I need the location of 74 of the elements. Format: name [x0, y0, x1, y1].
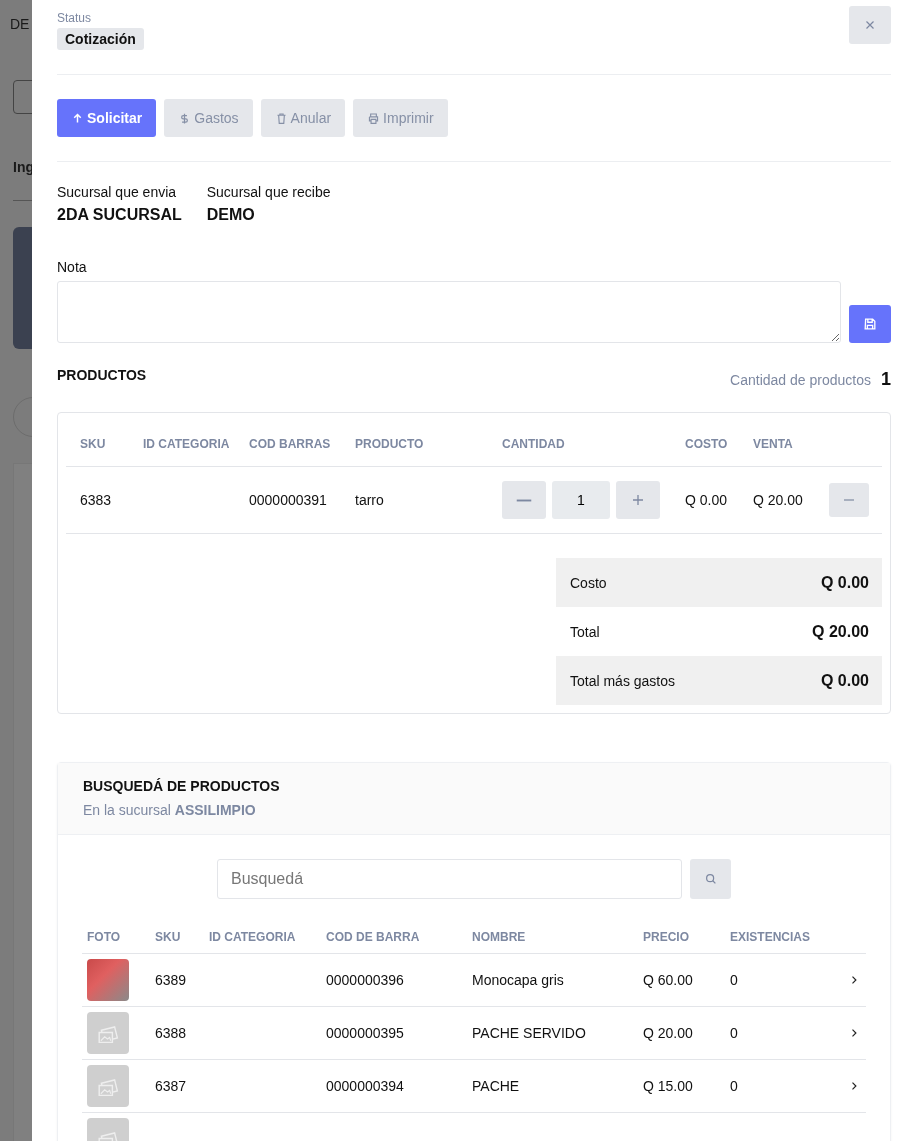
field-value: 2DA SUCURSAL — [57, 206, 182, 224]
search-button[interactable] — [690, 859, 731, 899]
card-subtitle: En la sucursal ASSILIMPIO — [83, 802, 257, 818]
table-cell-text: PACHE SERVIDO — [472, 1025, 587, 1041]
column-header: ID CATEGORIA — [143, 436, 231, 451]
count-label: Cantidad de productos — [730, 372, 871, 388]
count-value: 1 — [881, 369, 891, 390]
column-header: ID CATEGORIA — [209, 930, 297, 944]
column-header: NOMBRE — [472, 930, 527, 944]
table-cell-text: 0 — [730, 972, 739, 988]
card-title: BUSQUEDÁ DE PRODUCTOS — [83, 778, 281, 794]
column-header: FOTO — [87, 930, 122, 944]
table-cell-text: 0 — [730, 1078, 739, 1094]
close-button[interactable] — [849, 6, 891, 44]
printer-icon — [367, 111, 381, 125]
column-header: COSTO — [685, 436, 729, 451]
remove-button[interactable] — [829, 483, 869, 517]
field-label: Sucursal que envia — [57, 184, 178, 200]
search-field[interactable]: Busquedá — [217, 859, 682, 899]
search-icon — [703, 872, 718, 886]
decrement-button[interactable] — [502, 481, 546, 519]
summary-label: Total — [570, 623, 600, 640]
save-button[interactable] — [849, 305, 891, 343]
summary-label: Total más gastos — [570, 672, 676, 689]
table-cell-text: Monocapa gris — [472, 972, 565, 988]
action-button[interactable]: Anular — [260, 99, 346, 137]
action-button[interactable]: Solicitar — [57, 99, 157, 137]
note-field[interactable] — [57, 281, 841, 343]
field-label: Sucursal que recibe — [206, 184, 331, 200]
table-cell-text: 6388 — [155, 1025, 188, 1041]
table-cell-text: Q 15.00 — [643, 1078, 694, 1094]
column-header: PRODUCTO — [355, 436, 425, 451]
table-cell-text: PACHE — [472, 1078, 521, 1094]
table-cell-text: 0000000394 — [326, 1078, 405, 1094]
status-badge: Cotización — [57, 28, 144, 50]
column-header: SKU — [80, 436, 107, 451]
action-button[interactable]: Imprimir — [353, 99, 448, 137]
column-header: EXISTENCIAS — [730, 930, 811, 944]
trash-icon — [274, 111, 288, 125]
table-cell-text: 0000000396 — [326, 972, 405, 988]
increment-button[interactable] — [616, 481, 660, 519]
summary-value: Q 0.00 — [820, 671, 869, 690]
column-header: VENTA — [753, 436, 794, 451]
plus-icon — [630, 492, 646, 508]
table-cell-text: 0 — [730, 1025, 739, 1041]
table-cell-text: 6383 — [80, 492, 113, 508]
table-cell-text: Q 20.00 — [643, 1025, 694, 1041]
table-cell-text: tarro — [355, 492, 385, 508]
table-cell-text: 0000000391 — [249, 492, 328, 508]
table-cell-text: Q 0.00 — [685, 492, 729, 508]
column-header: COD BARRAS — [249, 436, 332, 451]
status-label: Status — [57, 11, 93, 25]
table-cell-text: Q 20.00 — [753, 492, 804, 508]
table-cell-text: 6389 — [155, 972, 188, 988]
column-header: CANTIDAD — [502, 436, 566, 451]
summary-value: Q 0.00 — [820, 573, 869, 592]
minus-icon — [516, 498, 532, 502]
column-header: COD DE BARRA — [326, 930, 421, 944]
field-label: Nota — [57, 259, 88, 275]
save-icon — [863, 317, 877, 331]
backdrop-text: DE — [10, 16, 30, 32]
action-button[interactable]: Gastos — [164, 99, 253, 137]
summary-value: Q 20.00 — [812, 622, 869, 641]
field-value: DEMO — [206, 206, 256, 224]
minus-icon — [843, 499, 855, 501]
table-cell-text: Q 60.00 — [643, 972, 694, 988]
table-cell-text: 0000000395 — [326, 1025, 405, 1041]
table-cell-text: 6387 — [155, 1078, 188, 1094]
section-title: PRODUCTOS — [57, 367, 147, 385]
column-header: SKU — [155, 930, 182, 944]
column-header: PRECIO — [643, 930, 690, 944]
summary-label: Costo — [570, 574, 607, 591]
quantity-field[interactable]: 1 — [552, 481, 610, 519]
arrow-up-icon — [71, 111, 84, 125]
